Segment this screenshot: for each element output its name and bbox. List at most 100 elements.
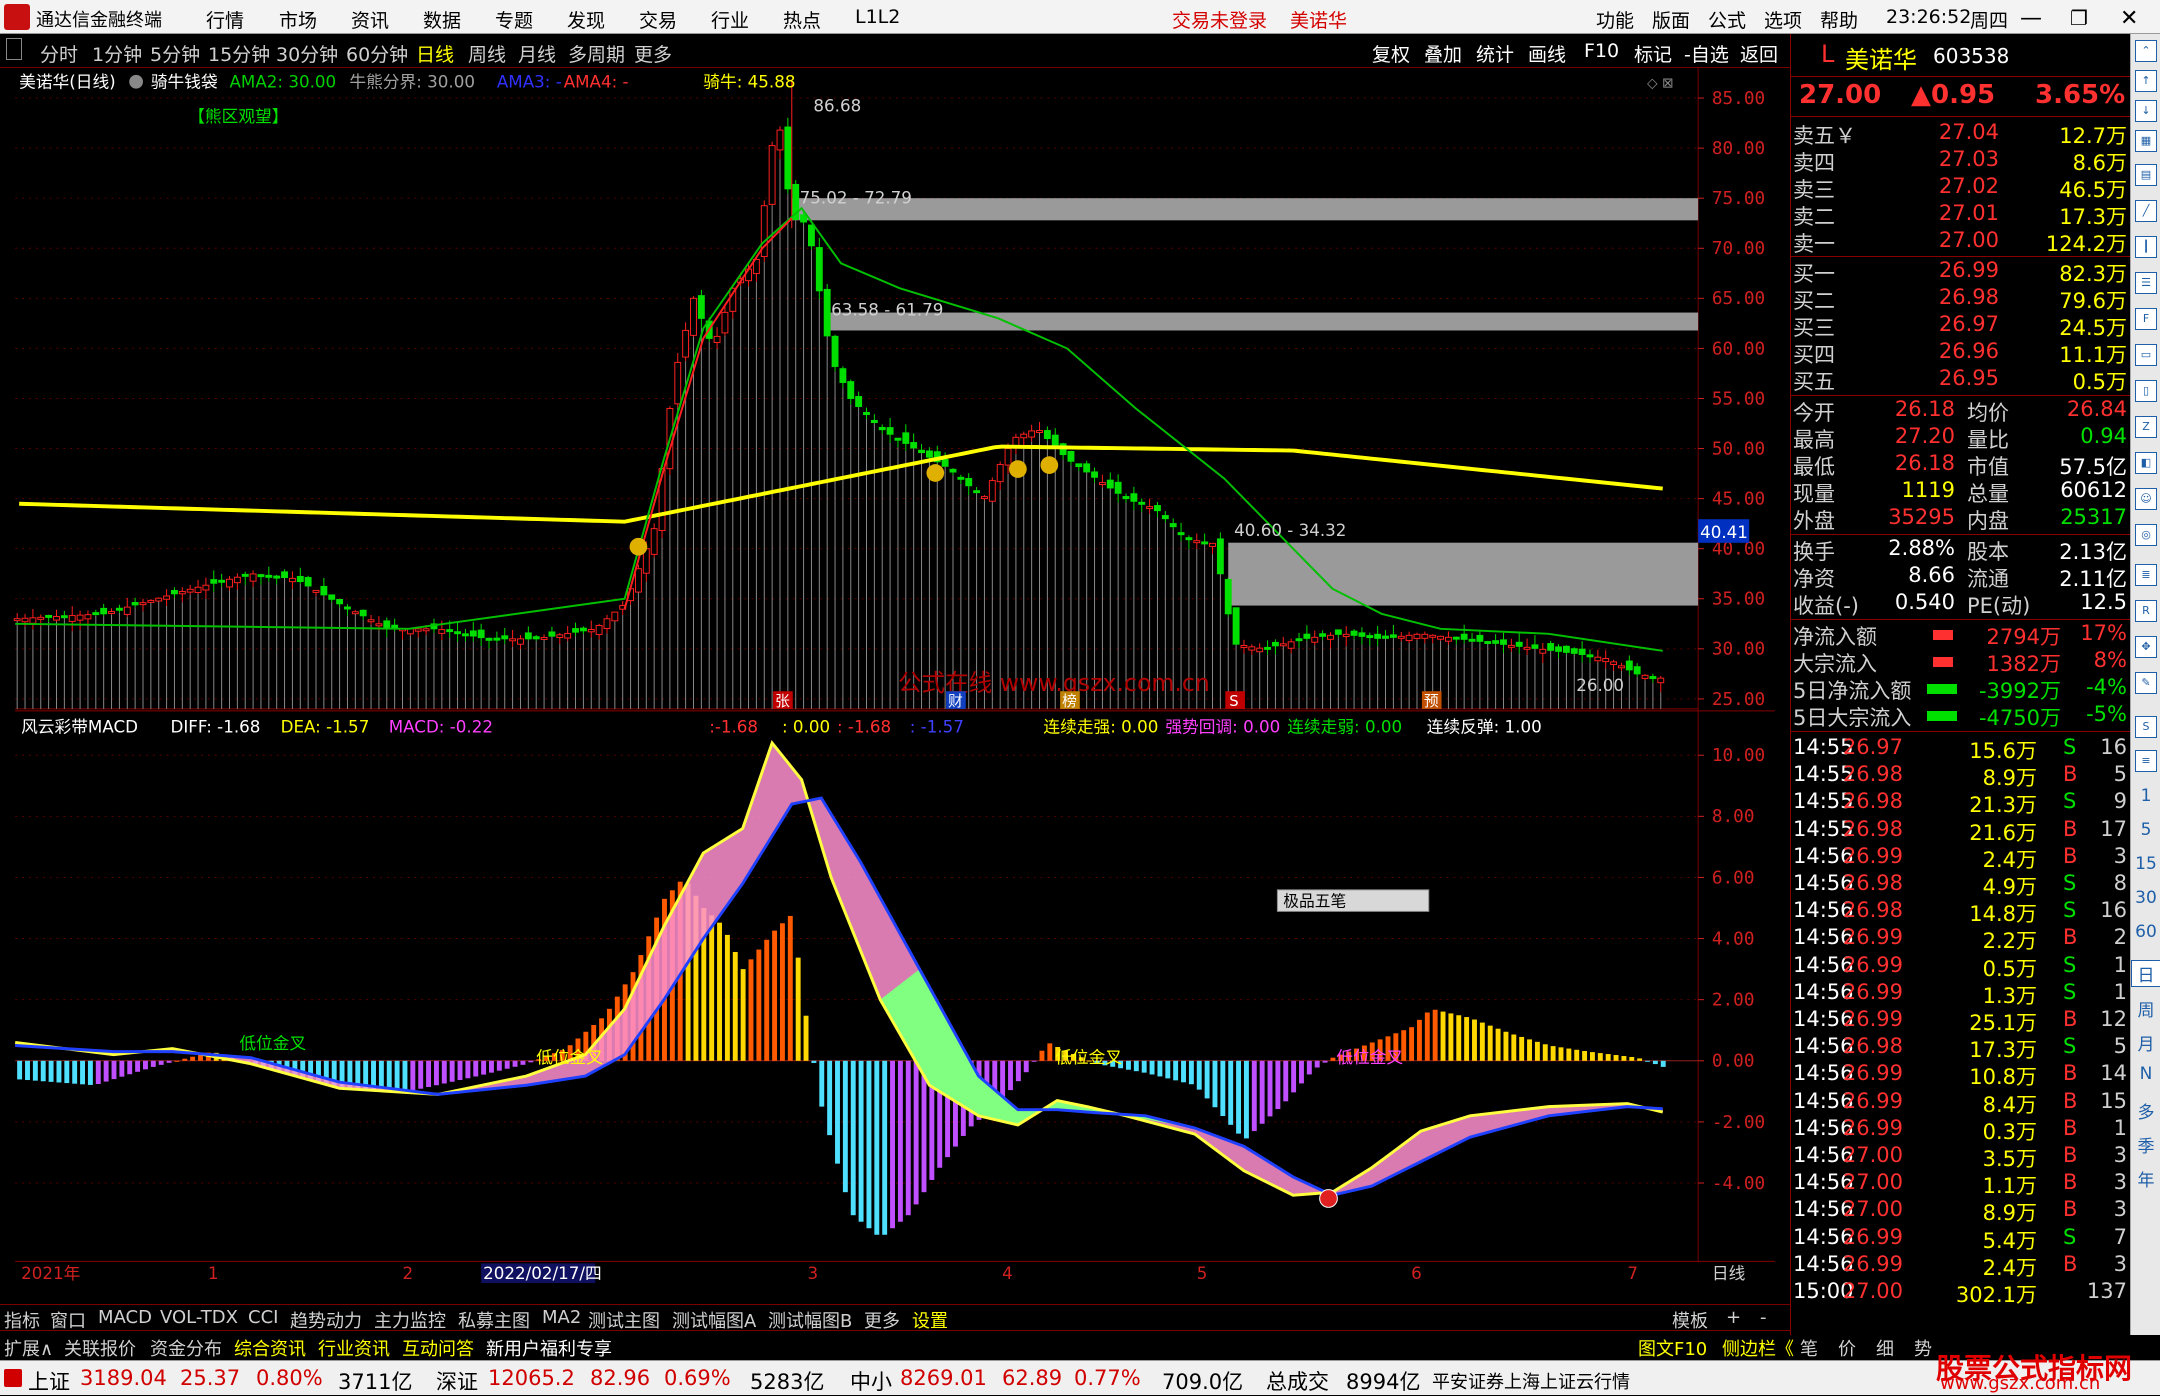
menu-layout[interactable]: 版面 [1652,6,1690,33]
tick-row[interactable]: 14:56 26.99 2.4万 B 3 [1791,1252,2131,1280]
period-multi[interactable]: 多 [2131,1098,2160,1123]
money-bag-icon[interactable] [926,464,945,482]
btn-mark[interactable]: 标记 [1634,40,1672,67]
tick-row[interactable]: 14:56 26.99 5.4万 S 7 [1791,1225,2131,1253]
line-chart-icon[interactable]: ╱ [2135,200,2157,222]
btn-draw[interactable]: 画线 [1528,40,1566,67]
menu-trade[interactable]: 交易 [639,6,677,33]
equalizer-icon[interactable]: ≡ [2135,750,2157,772]
bid-row[interactable]: 买一 26.99 82.3万 [1791,258,2131,286]
tick-row[interactable]: 14:55 26.97 15.6万 S 16 [1791,735,2131,763]
globe-icon[interactable]: ◎ [2135,524,2157,546]
btn-overlay[interactable]: 叠加 [1424,40,1462,67]
grid-icon[interactable]: ▦ [2135,130,2157,152]
tab-detail[interactable]: 细 [1876,1335,1894,1361]
f10-icon[interactable]: F [2135,308,2157,330]
menu-industry[interactable]: 行业 [711,6,749,33]
period-day[interactable]: 日 [2131,960,2160,987]
stats-icon[interactable]: ≣ [2135,564,2157,586]
tab-pen[interactable]: 笔 [1800,1335,1818,1361]
stat-row[interactable]: 现量 1119 总量 60612 [1791,478,2131,506]
stat-row[interactable]: 最低 26.18 市值 57.5亿 [1791,451,2131,479]
tick-row[interactable]: 14:56 26.98 17.3万 S 5 [1791,1034,2131,1062]
period-30[interactable]: 30 [2131,888,2160,908]
tab-trend[interactable]: 势 [1914,1335,1932,1361]
tick-row[interactable]: 14:56 26.99 10.8万 B 14 [1791,1061,2131,1089]
tab-sidebar[interactable]: 侧边栏《 [1722,1335,1794,1361]
period-60[interactable]: 60 [2131,922,2160,942]
period-15[interactable]: 15 [2131,854,2160,874]
tick-row[interactable]: 14:55 26.98 8.9万 B 5 [1791,762,2131,790]
flow-row[interactable]: 净流入额 2794万 17% [1791,621,2131,649]
tick-row[interactable]: 14:56 26.99 1.3万 S 1 [1791,980,2131,1008]
sh-name[interactable]: 上证 [28,1366,70,1396]
period-n[interactable]: N [2131,1064,2160,1084]
menu-news[interactable]: 资讯 [351,6,389,33]
btn-stats[interactable]: 统计 [1476,40,1514,67]
tick-row[interactable]: 14:56 26.99 25.1万 B 12 [1791,1007,2131,1035]
menu-help[interactable]: 帮助 [1820,6,1858,33]
tab-macd[interactable]: MACD [98,1307,152,1328]
table-icon[interactable]: ▤ [2135,164,2157,186]
ask-row[interactable]: 卖一 27.00 124.2万 [1791,228,2131,256]
close-icon[interactable]: ✕ [2120,6,2138,31]
period-week[interactable]: 周 [2131,996,2160,1021]
tab-weekly[interactable]: 周线 [468,40,506,67]
tab-general-news[interactable]: 综合资讯 [234,1335,306,1361]
btn-remove-panel[interactable]: - [1760,1307,1767,1328]
move-icon[interactable]: ✥ [2135,636,2157,658]
tab-15min[interactable]: 15分钟 [208,40,270,67]
tab-fund-distribution[interactable]: 资金分布 [150,1335,222,1361]
tick-row[interactable]: 14:56 26.99 0.5万 S 1 [1791,953,2131,981]
period-1[interactable]: 1 [2131,786,2160,806]
minimize-icon[interactable]: — [2020,6,2042,31]
bid-row[interactable]: 买二 26.98 79.6万 [1791,285,2131,313]
tab-f10-graphic[interactable]: 图文F10 [1638,1335,1707,1361]
tick-row[interactable]: 15:00 27.00 302.1万 137 [1791,1279,2131,1307]
indicator-settings-icon[interactable] [129,74,143,89]
chart-area[interactable]: 85.0080.0075.0070.0065.0060.0055.0050.00… [0,68,1790,1283]
tab-monthly[interactable]: 月线 [518,40,556,67]
face-icon[interactable]: ☺ [2135,488,2157,510]
tab-related-quotes[interactable]: 关联报价 [64,1335,136,1361]
page-icon[interactable]: ▯ [2135,380,2157,402]
pin-icon[interactable]: ⌃ [2135,40,2157,62]
list-icon[interactable]: ☰ [2135,272,2157,294]
money-bag-icon[interactable] [1009,460,1027,478]
btn-back[interactable]: 返回 [1740,40,1778,67]
zx-name[interactable]: 中小 [850,1366,892,1396]
menu-market[interactable]: 市场 [279,6,317,33]
fs-icon[interactable]: S [2135,716,2157,738]
signal-ball-icon[interactable] [1319,1189,1338,1208]
stat-row[interactable]: 收益(-) 0.540 PE(动) 12.5 [1791,590,2131,618]
tick-row[interactable]: 14:56 26.98 4.9万 S 8 [1791,871,2131,899]
tick-row[interactable]: 14:56 26.99 2.2万 B 2 [1791,925,2131,953]
menu-discover[interactable]: 发现 [567,6,605,33]
tick-row[interactable]: 14:56 27.00 1.1万 B 3 [1791,1170,2131,1198]
tick-row[interactable]: 14:56 26.98 14.8万 S 16 [1791,898,2131,926]
menu-options[interactable]: 选项 [1764,6,1802,33]
tab-ma2[interactable]: MA2 [542,1307,581,1328]
trade-login-status[interactable]: 交易未登录 [1172,6,1267,33]
menu-formula[interactable]: 公式 [1708,6,1746,33]
flow-row[interactable]: 5日净流入额 -3992万 -4% [1791,675,2131,703]
tab-60min[interactable]: 60分钟 [346,40,408,67]
pencil-icon[interactable]: ✎ [2135,672,2157,694]
menu-data[interactable]: 数据 [423,6,461,33]
flow-row[interactable]: 5日大宗流入 -4750万 -5% [1791,702,2131,730]
tab-expand[interactable]: 扩展∧ [4,1335,53,1361]
extreme-five-label[interactable]: 极品五笔 [1283,892,1346,911]
btn-adjust[interactable]: 复权 [1372,40,1410,67]
tick-row[interactable]: 14:56 27.00 3.5万 B 3 [1791,1143,2131,1171]
tab-new-user-welfare[interactable]: 新用户福利专享 [486,1335,612,1361]
flow-row[interactable]: 大宗流入 1382万 8% [1791,648,2131,676]
period-month[interactable]: 月 [2131,1030,2160,1055]
tick-row[interactable]: 14:56 26.99 8.4万 B 15 [1791,1089,2131,1117]
tick-row[interactable]: 14:56 27.00 8.9万 B 3 [1791,1197,2131,1225]
stat-row[interactable]: 净资 8.66 流通 2.11亿 [1791,563,2131,591]
tab-more[interactable]: 更多 [634,40,672,67]
sz-name[interactable]: 深证 [436,1366,478,1396]
tick-row[interactable]: 14:55 26.98 21.6万 B 17 [1791,817,2131,845]
period-5[interactable]: 5 [2131,820,2160,840]
btn-remove-watchlist[interactable]: -自选 [1684,40,1729,67]
